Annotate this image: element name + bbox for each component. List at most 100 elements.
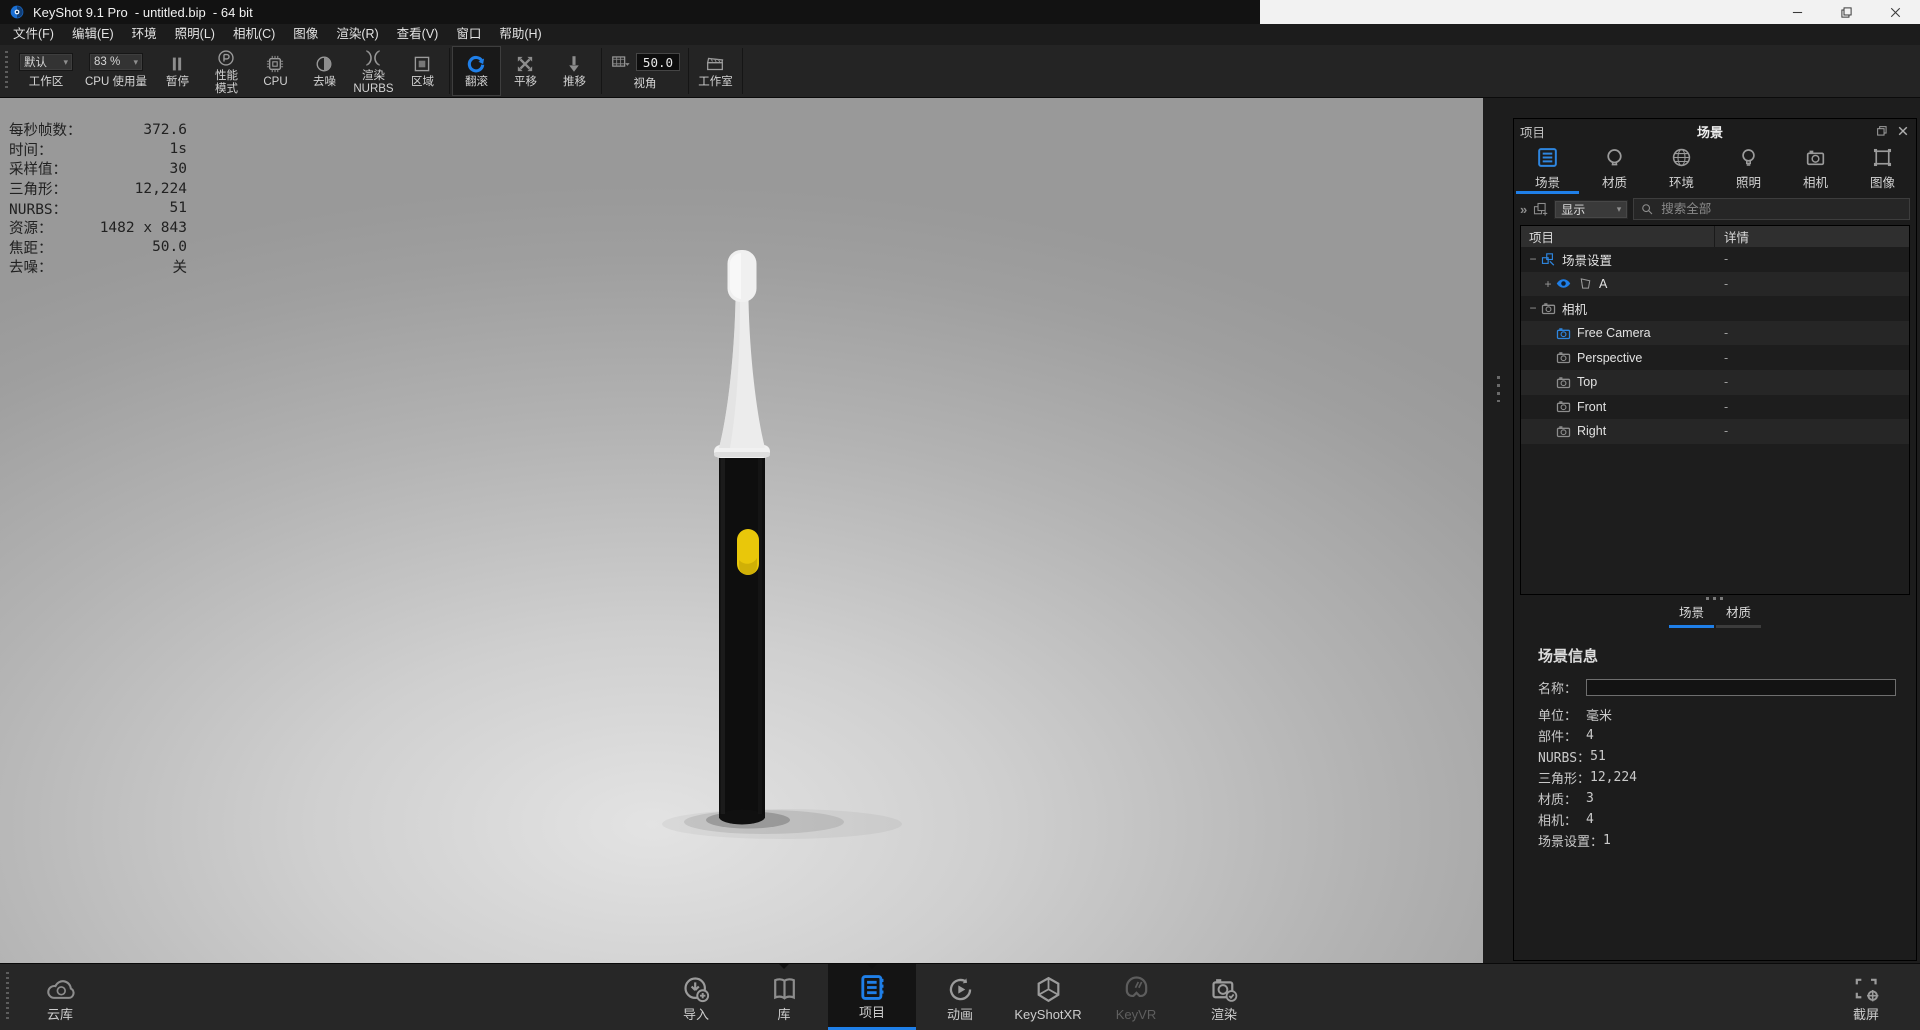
- menu-item[interactable]: 相机(C): [224, 24, 284, 45]
- ribbon-keyshotxr-button[interactable]: KeyShotXR: [1004, 964, 1092, 1030]
- tree-column-item[interactable]: 项目: [1521, 226, 1715, 247]
- panel-dock-title: 项目: [1520, 125, 1546, 140]
- close-button[interactable]: [1871, 0, 1920, 24]
- toolbar-nurbs-button[interactable]: 渲染 NURBS: [349, 46, 398, 96]
- tab-image[interactable]: 图像: [1849, 143, 1916, 193]
- titlebar: KeyShot 9.1 Pro - untitled.bip - 64 bit: [0, 0, 1920, 24]
- show-dropdown[interactable]: 显示 ▾: [1554, 199, 1629, 219]
- tree-row[interactable]: Free Camera -: [1521, 320, 1909, 346]
- toolbar-denoise-button[interactable]: 去噪: [300, 46, 349, 96]
- cpu-usage-dropdown[interactable]: 83 % ▾: [88, 53, 143, 71]
- tree-row[interactable]: Perspective -: [1521, 345, 1909, 370]
- realtime-viewport[interactable]: 每秒帧数： 372.6 时间： 1s 采样值： 30 三角形： 12,224 NURBS： 51 资…: [0, 98, 1483, 963]
- stat-label: 三角形：: [9, 182, 67, 199]
- tab-environment[interactable]: 环境: [1648, 143, 1715, 193]
- ribbon-library-button[interactable]: 库: [740, 964, 828, 1030]
- menu-item[interactable]: 照明(L): [166, 24, 224, 45]
- ribbon-right-group: 截屏: [1822, 964, 1910, 1030]
- toolbar-dolly-button[interactable]: 推移: [550, 46, 599, 96]
- ribbon-cloud-button[interactable]: 云库: [16, 964, 104, 1030]
- tree-item-detail: -: [1724, 424, 1729, 439]
- menu-item[interactable]: 帮助(H): [490, 24, 550, 45]
- toolbar-button-label: 翻滚: [464, 76, 488, 89]
- maximize-button[interactable]: [1822, 0, 1871, 24]
- menu-item[interactable]: 文件(F): [4, 24, 63, 45]
- stat-row: 三角形： 12,224: [9, 179, 187, 199]
- ribbon-button-label: 项目: [858, 1005, 885, 1020]
- ribbon-import-button[interactable]: 导入: [652, 964, 740, 1030]
- model-icon: [1577, 275, 1594, 292]
- scene-info-label: 三角形：: [1538, 772, 1591, 787]
- scene-name-input[interactable]: [1586, 679, 1896, 696]
- cpu-usage-selector[interactable]: 83 % ▾ CPU 使用量: [79, 45, 153, 97]
- tree-row[interactable]: − 相机: [1521, 296, 1909, 321]
- expand-filters-icon[interactable]: »: [1520, 203, 1527, 216]
- toolbar-performance-button[interactable]: 性能 模式: [202, 46, 251, 96]
- chevron-down-icon: ▾: [133, 56, 138, 67]
- tab-camera[interactable]: 相机: [1782, 143, 1849, 193]
- scene-settings-icon: [1540, 251, 1557, 268]
- stat-label: NURBS：: [9, 201, 68, 218]
- search-input[interactable]: [1659, 201, 1903, 217]
- toolbar-tumble-button[interactable]: 翻滚: [451, 46, 501, 96]
- studio-button[interactable]: 工作室: [691, 46, 740, 96]
- workspace-selector[interactable]: 默认 ▾ 工作区: [13, 45, 79, 97]
- ribbon-screenshot-button[interactable]: 截屏: [1822, 964, 1910, 1030]
- toolbar-pan-button[interactable]: 平移: [501, 46, 550, 96]
- toolbar-button-label: 去噪: [312, 76, 336, 89]
- menu-item[interactable]: 渲染(R): [327, 24, 387, 45]
- expander-plus[interactable]: +: [1541, 277, 1555, 291]
- toolbar-region-button[interactable]: 区域: [398, 46, 447, 96]
- tab-lighting[interactable]: 照明: [1715, 143, 1782, 193]
- scene-info-rows: 单位： 毫米 部件： 4 NURBS： 51 三角形： 12,224 材质： 3 相机： 4 场景设置：…: [1538, 704, 1896, 851]
- ribbon-render-button[interactable]: 渲染: [1180, 964, 1268, 1030]
- tab-material[interactable]: 材质: [1581, 143, 1648, 193]
- tree-item-detail: -: [1724, 276, 1729, 291]
- toolbar-pause-button[interactable]: 暂停: [153, 46, 202, 96]
- tree-row[interactable]: Top -: [1521, 369, 1909, 395]
- project-panel: 项目 场景 场景 材质 环境 照明 相机 图像 » 显示 ▾ 搜索全部 项目 详…: [1513, 118, 1917, 961]
- search-box[interactable]: [1633, 198, 1910, 220]
- keyshotxr-icon: [1033, 974, 1064, 1005]
- menu-item[interactable]: 图像: [284, 24, 327, 45]
- workspace-dropdown[interactable]: 默认 ▾: [19, 53, 73, 71]
- toolbar-separator: [687, 48, 689, 94]
- eye-icon[interactable]: [1555, 275, 1572, 292]
- panel-subtab-material[interactable]: 材质: [1716, 599, 1762, 628]
- toothbrush-model[interactable]: [650, 248, 910, 848]
- close-icon: [1887, 4, 1904, 21]
- add-group-icon[interactable]: [1532, 201, 1549, 218]
- menu-item[interactable]: 查看(V): [388, 24, 448, 45]
- tree-item-detail: -: [1724, 399, 1729, 414]
- tree-row[interactable]: − 场景设置 -: [1521, 247, 1909, 272]
- toolbar-drag-handle[interactable]: [5, 51, 8, 91]
- tree-column-detail[interactable]: 详情: [1715, 227, 1909, 246]
- maximize-icon: [1838, 4, 1855, 21]
- tree-row[interactable]: Front -: [1521, 394, 1909, 420]
- tree-row[interactable]: Right -: [1521, 419, 1909, 444]
- minimize-button[interactable]: [1773, 0, 1822, 24]
- menu-item[interactable]: 编辑(E): [63, 24, 123, 45]
- panel-splitter-handle[interactable]: [1497, 376, 1500, 402]
- search-icon: [1640, 202, 1654, 216]
- stat-label: 去噪：: [9, 260, 53, 277]
- ribbon-keyvr-button[interactable]: KeyVR: [1092, 964, 1180, 1030]
- menu-item[interactable]: 窗口: [447, 24, 490, 45]
- expander-minus[interactable]: −: [1526, 301, 1540, 315]
- panel-subtab-scene[interactable]: 场景: [1668, 599, 1714, 628]
- expander-minus[interactable]: −: [1526, 252, 1540, 266]
- toolbar-separator: [448, 48, 450, 94]
- close-panel-icon[interactable]: [1896, 124, 1910, 138]
- tab-scene[interactable]: 场景: [1514, 143, 1581, 194]
- tree-row[interactable]: + A -: [1521, 271, 1909, 297]
- menu-item[interactable]: 环境: [123, 24, 166, 45]
- undock-panel-icon[interactable]: [1875, 124, 1889, 138]
- ribbon-button-label: 截屏: [1852, 1006, 1879, 1022]
- subtab-drag-dots[interactable]: [1706, 597, 1724, 600]
- fov-input[interactable]: [635, 53, 680, 71]
- ribbon-animation-button[interactable]: 动画: [916, 964, 1004, 1030]
- ribbon-project-button[interactable]: 项目: [828, 964, 916, 1030]
- ribbon-drag-handle[interactable]: [6, 972, 9, 1022]
- camera-tab-icon: [1803, 145, 1828, 170]
- toolbar-cpu-button[interactable]: CPU: [251, 46, 300, 96]
